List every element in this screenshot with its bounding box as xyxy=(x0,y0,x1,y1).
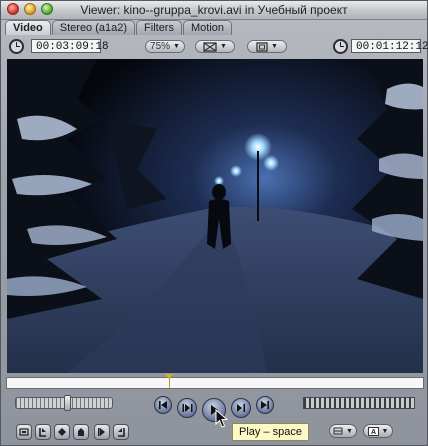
overlay-frame-icon xyxy=(256,41,268,52)
overlay-dropdown[interactable]: ▼ xyxy=(247,40,287,53)
duration-timecode-field[interactable]: 00:03:09:18 xyxy=(31,39,109,53)
mark-clip-button[interactable] xyxy=(94,424,110,440)
chevron-down-icon: ▼ xyxy=(173,43,180,50)
clock-icon xyxy=(9,39,24,54)
zoom-dropdown[interactable]: 75% ▼ xyxy=(145,40,185,53)
play-around-current-button[interactable] xyxy=(231,398,251,418)
mark-out-icon xyxy=(118,428,125,437)
add-marker-icon xyxy=(58,428,66,436)
play-around-icon xyxy=(236,404,245,412)
play-tooltip: Play – space xyxy=(232,423,309,441)
view-mode-icon xyxy=(203,41,217,52)
go-to-out-point-icon xyxy=(261,401,269,409)
tab-stereo[interactable]: Stereo (a1a2) xyxy=(51,20,136,35)
viewer-window: Viewer: kino--gruppa_krovi.avi in Учебны… xyxy=(0,0,428,446)
viewer-controls-row: 00:03:09:18 75% ▼ ▼ ▼ 00:01:12:12 xyxy=(1,36,428,58)
clock-icon xyxy=(333,39,348,54)
tab-filters[interactable]: Filters xyxy=(136,20,182,35)
match-frame-button[interactable] xyxy=(16,424,32,440)
chevron-down-icon: ▼ xyxy=(381,427,389,435)
view-mode-dropdown[interactable]: ▼ xyxy=(195,40,235,53)
mark-in-button[interactable] xyxy=(35,424,51,440)
window-title: Viewer: kino--gruppa_krovi.avi in Учебны… xyxy=(80,3,348,17)
shuttle-slider[interactable] xyxy=(15,395,113,411)
mouse-pointer-icon xyxy=(215,409,229,428)
mark-out-button[interactable] xyxy=(113,424,129,440)
marker-menu-dropdown[interactable]: ▼ xyxy=(329,424,357,438)
zoom-label: 75% xyxy=(150,41,171,52)
play-in-to-out-icon xyxy=(182,404,192,412)
timeline-scrubber[interactable] xyxy=(6,374,424,389)
tab-video[interactable]: Video xyxy=(5,20,51,35)
generator-menu-icon: A xyxy=(367,426,379,436)
chevron-down-icon: ▼ xyxy=(271,43,278,50)
generator-menu-dropdown[interactable]: A ▼ xyxy=(363,424,393,438)
tab-bar: Video Stereo (a1a2) Filters Motion xyxy=(5,20,233,35)
go-to-out-point-button[interactable] xyxy=(256,396,274,414)
title-bar[interactable]: Viewer: kino--gruppa_krovi.avi in Учебны… xyxy=(1,1,427,20)
add-marker-button[interactable] xyxy=(54,424,70,440)
tab-motion[interactable]: Motion xyxy=(182,20,233,35)
svg-text:A: A xyxy=(371,429,376,436)
play-in-to-out-button[interactable] xyxy=(177,398,197,418)
jog-control[interactable] xyxy=(303,397,415,409)
mark-in-icon xyxy=(39,428,46,437)
current-timecode-field[interactable]: 00:01:12:12 xyxy=(351,39,428,53)
playhead-line xyxy=(169,378,170,388)
add-keyframe-icon xyxy=(78,428,84,436)
video-frame-image xyxy=(7,59,423,373)
go-to-in-point-button[interactable] xyxy=(154,396,172,414)
go-to-in-point-icon xyxy=(159,401,167,409)
match-frame-icon xyxy=(19,428,29,436)
shuttle-knob[interactable] xyxy=(64,395,71,411)
chevron-down-icon: ▼ xyxy=(346,427,353,435)
chevron-down-icon: ▼ xyxy=(220,43,227,50)
add-keyframe-button[interactable] xyxy=(73,424,89,440)
video-canvas[interactable] xyxy=(7,59,423,373)
marker-menu-icon xyxy=(333,427,343,435)
mark-clip-icon xyxy=(98,428,105,436)
